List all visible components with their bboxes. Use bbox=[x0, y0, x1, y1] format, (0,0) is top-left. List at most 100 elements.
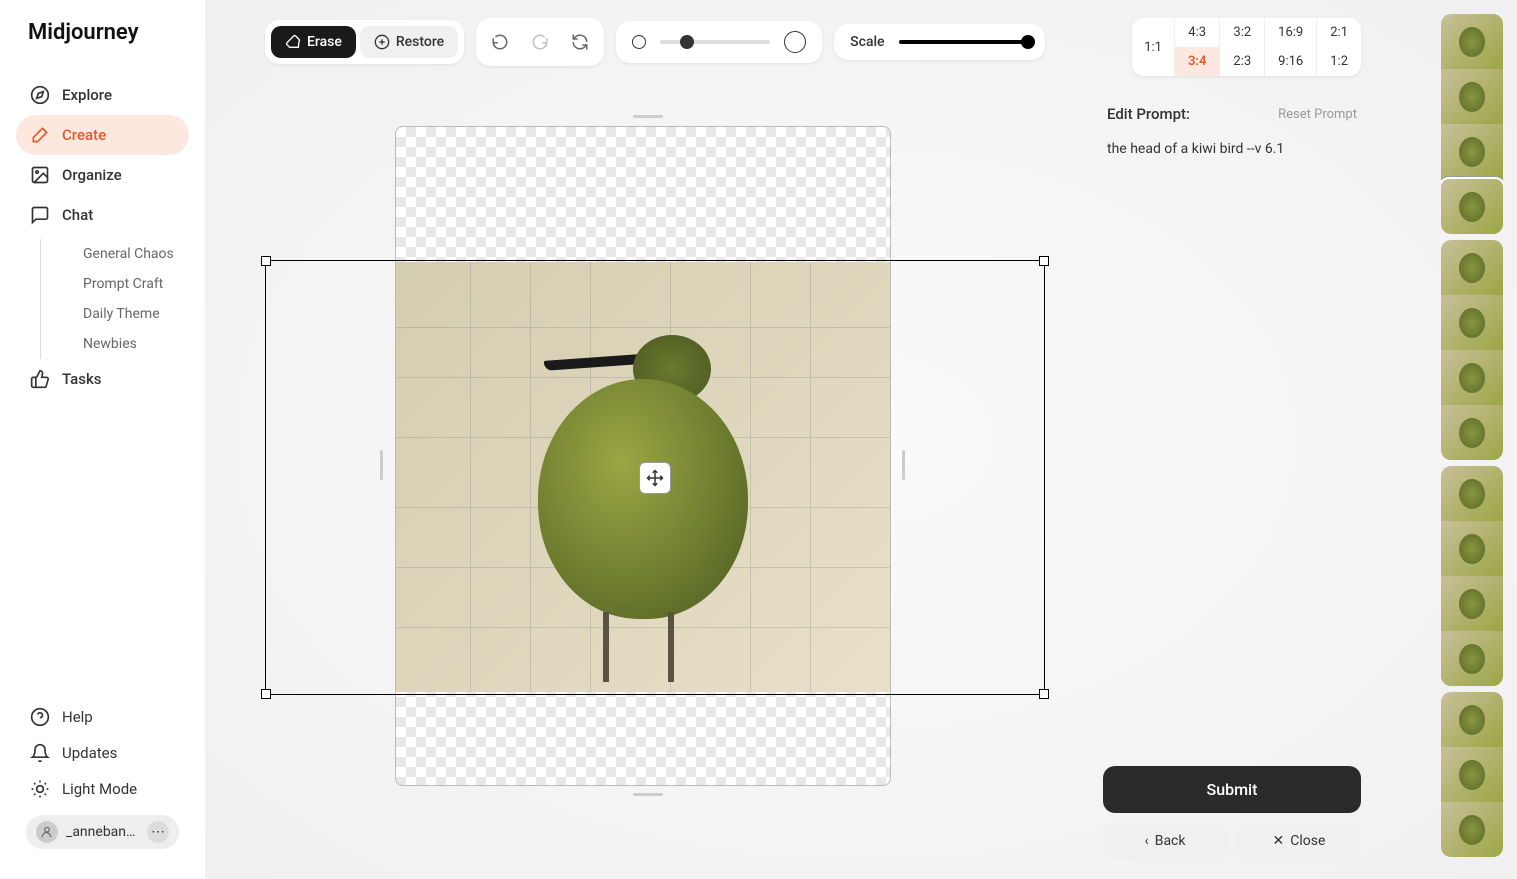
aspect-3-2[interactable]: 3:2 bbox=[1219, 18, 1264, 47]
erase-button[interactable]: Erase bbox=[271, 26, 356, 58]
scale-track[interactable] bbox=[899, 40, 1029, 44]
sidebar-item-label: Explore bbox=[62, 86, 112, 104]
sidebar-item-organize[interactable]: Organize bbox=[16, 155, 189, 195]
thumbnail[interactable] bbox=[1441, 124, 1503, 179]
brush-large-icon bbox=[784, 31, 806, 53]
undo-button[interactable] bbox=[482, 24, 518, 60]
eraser-icon bbox=[285, 34, 301, 50]
thumbnail[interactable] bbox=[1441, 295, 1503, 350]
thumbnail[interactable] bbox=[1441, 576, 1503, 631]
thumbs-up-icon bbox=[30, 369, 50, 389]
chat-subitem[interactable]: Prompt Craft bbox=[71, 269, 189, 299]
close-label: Close bbox=[1290, 833, 1325, 849]
thumbnail[interactable] bbox=[1441, 14, 1503, 69]
reset-prompt-link[interactable]: Reset Prompt bbox=[1278, 107, 1357, 122]
thumbnail[interactable] bbox=[1441, 69, 1503, 124]
edge-handle-top[interactable] bbox=[633, 115, 663, 118]
chat-subitem[interactable]: General Chaos bbox=[71, 239, 189, 269]
thumb-group bbox=[1441, 240, 1503, 460]
updates-link[interactable]: Updates bbox=[16, 735, 189, 771]
move-handle[interactable] bbox=[639, 462, 671, 494]
thumbnail-rail bbox=[1441, 14, 1503, 865]
chat-subitem[interactable]: Daily Theme bbox=[71, 299, 189, 329]
aspect-9-16[interactable]: 9:16 bbox=[1264, 47, 1316, 76]
close-icon: ✕ bbox=[1273, 833, 1285, 849]
chat-subitem[interactable]: Newbies bbox=[71, 329, 189, 359]
sidebar-item-tasks[interactable]: Tasks bbox=[16, 359, 189, 399]
chat-icon bbox=[30, 205, 50, 225]
prompt-title: Edit Prompt: bbox=[1107, 105, 1190, 123]
thumbnail[interactable] bbox=[1441, 521, 1503, 576]
aspect-2-3[interactable]: 2:3 bbox=[1219, 47, 1264, 76]
back-button[interactable]: ‹ Back bbox=[1103, 823, 1227, 859]
plus-circle-icon bbox=[374, 34, 390, 50]
thumbnail[interactable] bbox=[1441, 466, 1503, 521]
brush-track[interactable] bbox=[660, 40, 770, 44]
aspect-16-9[interactable]: 16:9 bbox=[1264, 18, 1316, 47]
thumb-group bbox=[1441, 14, 1503, 234]
thumbnail[interactable] bbox=[1441, 747, 1503, 802]
thumbnail[interactable] bbox=[1441, 692, 1503, 747]
aspect-1-2[interactable]: 1:2 bbox=[1316, 47, 1361, 76]
aspect-3-4[interactable]: 3:4 bbox=[1174, 47, 1219, 76]
aspect-1-1[interactable]: 1:1 bbox=[1132, 18, 1174, 76]
app-logo: Midjourney bbox=[0, 20, 205, 65]
image-icon bbox=[30, 165, 50, 185]
thumbnail[interactable] bbox=[1441, 240, 1503, 295]
thumb-group bbox=[1441, 692, 1503, 857]
aspect-2-1[interactable]: 2:1 bbox=[1316, 18, 1361, 47]
thumbnail-selected[interactable] bbox=[1441, 179, 1503, 234]
brush-icon bbox=[30, 125, 50, 145]
help-icon bbox=[30, 707, 50, 727]
more-icon[interactable]: ⋯ bbox=[147, 821, 169, 843]
sidebar-item-chat[interactable]: Chat bbox=[16, 195, 189, 235]
sidebar-item-label: Chat bbox=[62, 206, 93, 224]
thumb-group bbox=[1441, 466, 1503, 686]
crop-handle-bl[interactable] bbox=[261, 689, 271, 699]
thumbnail[interactable] bbox=[1441, 350, 1503, 405]
prompt-text[interactable]: the head of a kiwi bird --v 6.1 bbox=[1103, 133, 1361, 166]
bottom-item-label: Light Mode bbox=[62, 780, 137, 798]
erase-label: Erase bbox=[307, 34, 342, 50]
sidebar: Midjourney Explore Create Organize Chat … bbox=[0, 0, 205, 879]
sidebar-item-explore[interactable]: Explore bbox=[16, 75, 189, 115]
redo-button[interactable] bbox=[522, 24, 558, 60]
brush-size-slider[interactable] bbox=[616, 21, 822, 63]
sidebar-item-create[interactable]: Create bbox=[16, 115, 189, 155]
thumbnail[interactable] bbox=[1441, 405, 1503, 460]
brush-small-icon bbox=[632, 35, 646, 49]
user-avatar-icon bbox=[36, 821, 58, 843]
prompt-panel: Edit Prompt: Reset Prompt the head of a … bbox=[1103, 95, 1361, 859]
brush-thumb[interactable] bbox=[680, 35, 694, 49]
user-menu[interactable]: _anneban… ⋯ bbox=[26, 815, 179, 849]
submit-button[interactable]: Submit bbox=[1103, 766, 1361, 813]
thumbnail[interactable] bbox=[1441, 631, 1503, 686]
chevron-left-icon: ‹ bbox=[1145, 833, 1149, 849]
scale-thumb[interactable] bbox=[1021, 35, 1035, 49]
help-link[interactable]: Help bbox=[16, 699, 189, 735]
scale-slider-group: Scale bbox=[834, 24, 1044, 60]
crop-handle-tr[interactable] bbox=[1039, 256, 1049, 266]
bottom-item-label: Help bbox=[62, 708, 93, 726]
crop-handle-tl[interactable] bbox=[261, 256, 271, 266]
aspect-4-3[interactable]: 4:3 bbox=[1174, 18, 1219, 47]
reset-button[interactable] bbox=[562, 24, 598, 60]
sidebar-item-label: Create bbox=[62, 126, 106, 144]
bell-icon bbox=[30, 743, 50, 763]
user-name-label: _anneban… bbox=[66, 824, 139, 840]
main-canvas-area: Erase Restore Scale 1:1 4:3 3:4 bbox=[205, 0, 1517, 879]
chat-subitems: General Chaos Prompt Craft Daily Theme N… bbox=[40, 239, 189, 359]
thumbnail[interactable] bbox=[1441, 802, 1503, 857]
sun-icon bbox=[30, 779, 50, 799]
light-mode-toggle[interactable]: Light Mode bbox=[16, 771, 189, 807]
edge-handle-bottom[interactable] bbox=[633, 793, 663, 796]
restore-button[interactable]: Restore bbox=[360, 26, 458, 58]
move-icon bbox=[646, 469, 664, 487]
sidebar-item-label: Tasks bbox=[62, 370, 102, 388]
close-button[interactable]: ✕ Close bbox=[1237, 823, 1361, 859]
back-label: Back bbox=[1155, 833, 1186, 849]
scale-label: Scale bbox=[850, 34, 884, 50]
crop-handle-br[interactable] bbox=[1039, 689, 1049, 699]
bottom-item-label: Updates bbox=[62, 744, 117, 762]
crop-selection[interactable] bbox=[265, 260, 1045, 695]
